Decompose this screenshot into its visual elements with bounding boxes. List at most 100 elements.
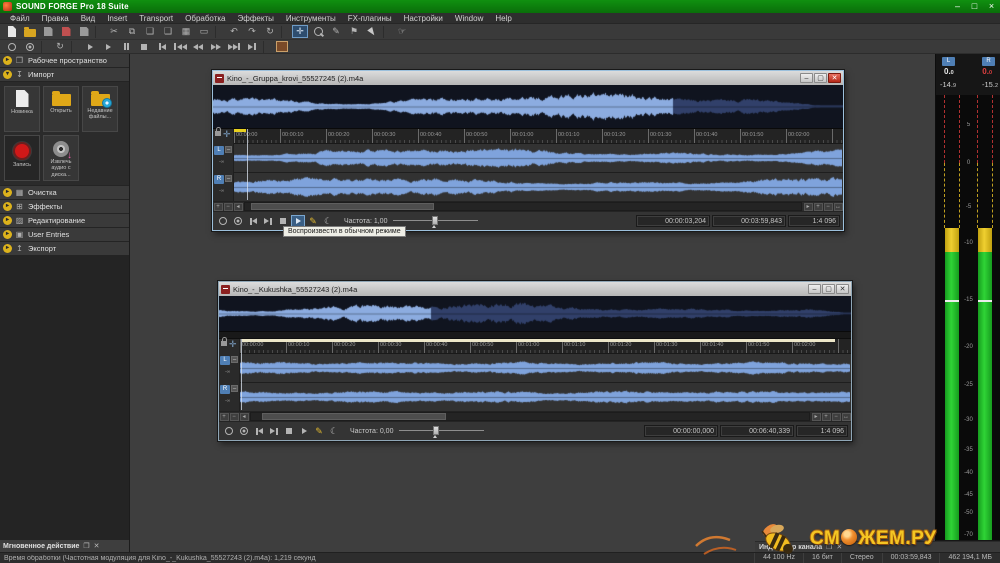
channel-minimize-button[interactable]: –	[225, 175, 232, 182]
channel-minimize-button[interactable]: –	[225, 146, 232, 153]
paste-button[interactable]: ❑	[142, 25, 158, 38]
play-all-button[interactable]	[82, 40, 98, 53]
scroll-button[interactable]: −	[230, 413, 239, 421]
time-ruler[interactable]: 00:00:0000:00:1000:00:2000:00:3000:00:40…	[234, 129, 843, 144]
menu-item-12[interactable]: Help	[489, 13, 517, 24]
scroll-button[interactable]: ◂	[234, 203, 243, 211]
waveform-channel-l[interactable]	[240, 354, 851, 382]
time-ruler[interactable]: 00:00:0000:00:1000:00:2000:00:3000:00:40…	[240, 339, 851, 354]
meter-tab-r[interactable]: R	[982, 57, 995, 66]
channel-tab-l[interactable]: L	[220, 356, 230, 365]
open-file-button[interactable]	[22, 25, 38, 38]
go-to-end-button[interactable]	[244, 40, 260, 53]
play-button[interactable]	[100, 40, 116, 53]
repeat-button[interactable]: ↻	[262, 25, 278, 38]
go-to-end-button[interactable]	[267, 425, 281, 438]
channel-tab-r[interactable]: R	[214, 175, 224, 184]
event-tool-button[interactable]: ☞	[394, 25, 410, 38]
next-marker-button[interactable]	[226, 40, 242, 53]
play-button[interactable]	[297, 425, 311, 438]
app-close-button[interactable]: ×	[983, 0, 1000, 13]
pause-button[interactable]	[118, 40, 134, 53]
instant-action-tab[interactable]: Мгновенное действие ❐ ✕	[0, 540, 130, 552]
scrollbar-thumb[interactable]	[251, 203, 434, 210]
pin-panel-icon[interactable]: ❐	[83, 542, 89, 550]
minimize-window-button[interactable]: –	[800, 73, 813, 83]
menu-item-11[interactable]: Window	[449, 13, 489, 24]
scrollbar-track[interactable]	[250, 412, 810, 421]
record-button[interactable]	[222, 425, 236, 438]
menu-item-7[interactable]: Эффекты	[232, 13, 280, 24]
save-as-button[interactable]	[58, 25, 74, 38]
zoom-button[interactable]: ↔	[834, 203, 843, 211]
move-tool-icon[interactable]: ✛	[229, 339, 237, 350]
playback-mode-button[interactable]: ☾	[327, 425, 341, 438]
import-item-2[interactable]: Открыть	[43, 86, 79, 132]
loop-playback-button[interactable]: ↻	[52, 40, 68, 53]
menu-item-2[interactable]: Правка	[36, 13, 75, 24]
lock-icon[interactable]	[221, 341, 227, 346]
scroll-button[interactable]: ◂	[240, 413, 249, 421]
save-button[interactable]	[40, 25, 56, 38]
zoom-button[interactable]: ▸	[812, 413, 821, 421]
zoom-button[interactable]: −	[832, 413, 841, 421]
redo-button[interactable]: ↷	[244, 25, 260, 38]
minimize-window-button[interactable]: –	[808, 284, 821, 294]
pencil-tool-button[interactable]: ✎	[328, 25, 344, 38]
lock-icon[interactable]	[215, 131, 221, 136]
open-in-player-button[interactable]	[274, 40, 290, 53]
copy-button[interactable]: ⧉	[124, 25, 140, 38]
waveform-channel-r[interactable]	[240, 383, 851, 411]
slider-handle[interactable]	[433, 426, 439, 435]
record-button[interactable]	[216, 215, 230, 228]
horizontal-scrollbar[interactable]: +−◂▸+−↔	[213, 201, 843, 211]
maximize-window-button[interactable]: ▢	[814, 73, 827, 83]
app-maximize-button[interactable]: □	[966, 0, 983, 13]
sidebar-section-3[interactable]: ▸▦Очистка	[0, 186, 129, 199]
new-file-button[interactable]	[4, 25, 20, 38]
channel-minimize-button[interactable]: –	[231, 356, 238, 363]
sidebar-section-1[interactable]: ▸❒Рабочее пространство	[0, 54, 129, 67]
channel-meter-tab[interactable]: Индикатор канала ❐ ✕	[755, 541, 1000, 552]
import-item-5[interactable]: Извлечь аудио с диска...	[43, 135, 79, 181]
move-tool-icon[interactable]: ✛	[223, 129, 231, 140]
zoom-button[interactable]: +	[814, 203, 823, 211]
channel-tab-l[interactable]: L	[214, 146, 224, 155]
menu-item-10[interactable]: Настройки	[398, 13, 449, 24]
go-to-start-button[interactable]	[252, 425, 266, 438]
channel-tab-r[interactable]: R	[220, 385, 230, 394]
menu-item-1[interactable]: Файл	[4, 13, 36, 24]
waveform-overview[interactable]	[219, 296, 851, 332]
undo-button[interactable]: ↶	[226, 25, 242, 38]
audio-window-titlebar[interactable]: Kino_-_Kukushka_55527243 (2).m4a–▢✕	[219, 282, 851, 296]
selection-tool-button[interactable]	[364, 25, 380, 38]
horizontal-scrollbar[interactable]: +−◂▸+−↔	[219, 411, 851, 421]
close-meter-icon[interactable]: ✕	[836, 543, 842, 551]
close-panel-icon[interactable]: ✕	[94, 542, 100, 550]
sidebar-section-7[interactable]: ▸↥Экспорт	[0, 242, 129, 255]
loop-playback-button[interactable]	[231, 215, 245, 228]
sidebar-section-2[interactable]: ▾↧Импорт	[0, 68, 129, 81]
import-item-3[interactable]: Недавние файлы...	[82, 86, 118, 132]
zoom-button[interactable]: −	[824, 203, 833, 211]
close-window-button[interactable]: ✕	[836, 284, 849, 294]
app-minimize-button[interactable]: –	[949, 0, 966, 13]
arm-record-button[interactable]	[22, 40, 38, 53]
menu-item-4[interactable]: Insert	[101, 13, 133, 24]
rewind-button[interactable]	[190, 40, 206, 53]
zoom-button[interactable]: ↔	[842, 413, 851, 421]
record-button[interactable]	[4, 40, 20, 53]
menu-item-3[interactable]: Вид	[75, 13, 101, 24]
audio-window-titlebar[interactable]: Kino_-_Gruppa_krovi_55527245 (2).m4a–▢✕	[213, 71, 843, 85]
close-window-button[interactable]: ✕	[828, 73, 841, 83]
scrub-tool-button[interactable]: ✎	[312, 425, 326, 438]
menu-item-5[interactable]: Transport	[133, 13, 179, 24]
meter-tab-l[interactable]: L	[942, 57, 955, 66]
scrollbar-track[interactable]	[244, 202, 802, 211]
save-all-button[interactable]	[76, 25, 92, 38]
cut-button[interactable]: ✂	[106, 25, 122, 38]
waveform-channel-r[interactable]	[234, 173, 843, 201]
go-to-start-button[interactable]	[154, 40, 170, 53]
zoom-button[interactable]: +	[822, 413, 831, 421]
frequency-slider[interactable]	[399, 425, 484, 437]
